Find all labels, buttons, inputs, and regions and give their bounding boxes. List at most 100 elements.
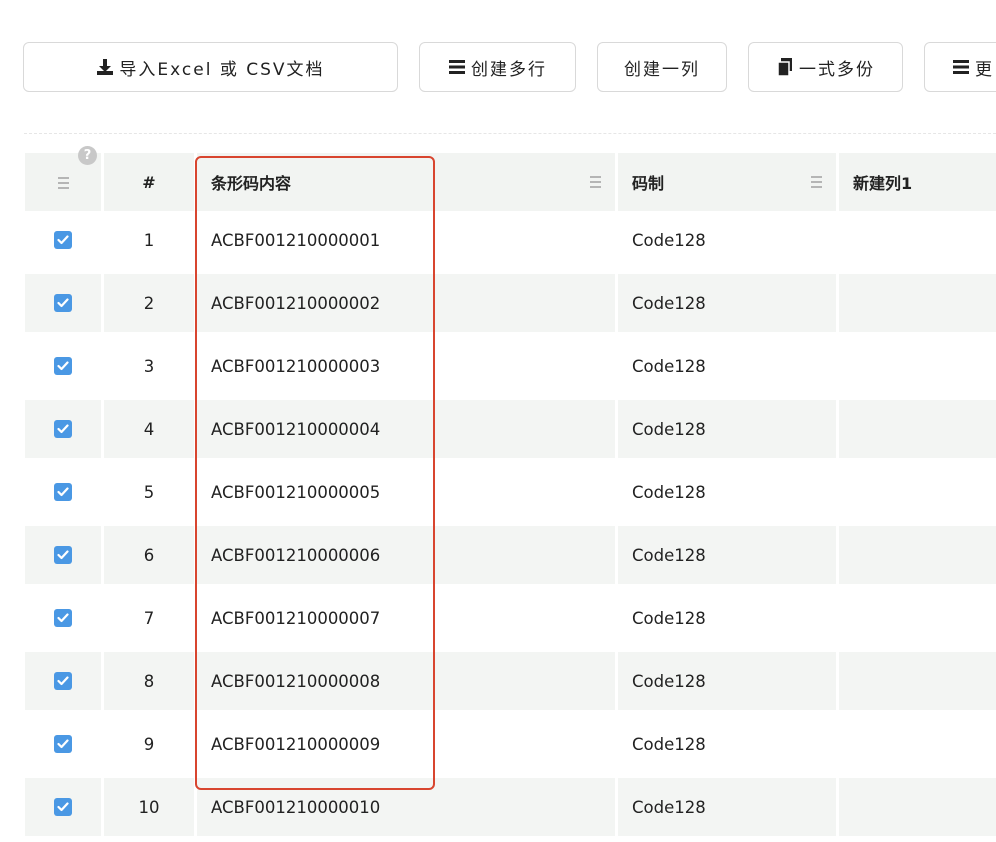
row-index: 3 [143,356,155,376]
row-checkbox[interactable] [54,735,72,753]
symbology-column-menu-icon[interactable] [811,175,822,188]
row-select-cell[interactable] [25,211,101,269]
column-menu-icon[interactable] [57,176,69,189]
row-checkbox[interactable] [54,483,72,501]
barcode-content-cell[interactable]: ACBF001210000009 [197,715,615,773]
row-index: 7 [143,608,155,628]
create-rows-label: 创建多行 [471,59,547,80]
barcode-content-cell[interactable]: ACBF001210000001 [197,211,615,269]
symbology-cell[interactable]: Code128 [618,211,836,269]
symbology-cell[interactable]: Code128 [618,274,836,332]
row-index: 6 [104,526,194,584]
row-select-cell[interactable] [25,652,101,710]
row-select-cell[interactable] [25,589,101,647]
symbology-cell[interactable]: Code128 [618,337,836,395]
new-column-cell[interactable] [839,589,996,647]
barcode-content-cell[interactable]: ACBF001210000003 [197,337,615,395]
toolbar-divider [24,133,996,134]
row-checkbox[interactable] [54,798,72,816]
new-column-cell[interactable] [839,274,996,332]
table-row[interactable]: 6 ACBF001210000006 Code128 [0,526,996,584]
create-column-button[interactable]: 创建一列 [597,42,727,92]
checkmark-icon [57,424,69,434]
row-index: 10 [104,778,194,836]
barcode-content-cell[interactable]: ACBF001210000004 [197,400,615,458]
row-checkbox[interactable] [54,672,72,690]
table-row[interactable]: 1 ACBF001210000001 Code128 [0,211,996,269]
symbology-cell[interactable]: Code128 [618,652,836,710]
new-column-cell[interactable] [839,400,996,458]
checkmark-icon [57,739,69,749]
barcode-content-cell[interactable]: ACBF001210000008 [197,652,615,710]
symbology-header-label: 码制 [632,174,665,193]
row-index: 4 [104,400,194,458]
row-select-cell[interactable] [25,715,101,773]
table-row[interactable]: 5 ACBF001210000005 Code128 [0,463,996,521]
help-icon[interactable]: ? [78,146,97,165]
toolbar: 导入Excel 或 CSV文档 创建多行 创建一列 一式多份 更 [0,0,996,120]
table-row[interactable]: 7 ACBF001210000007 Code128 [0,589,996,647]
barcode-content-cell[interactable]: ACBF001210000005 [197,463,615,521]
row-select-cell[interactable] [25,274,101,332]
new-column-cell[interactable] [839,715,996,773]
barcode-content-cell[interactable]: ACBF001210000010 [197,778,615,836]
new-column-header-label: 新建列1 [853,174,913,193]
row-select-cell[interactable] [25,778,101,836]
new-column-cell[interactable] [839,652,996,710]
more-button[interactable]: 更 [924,42,996,92]
table-row[interactable]: 2 ACBF001210000002 Code128 [0,274,996,332]
barcode-content-cell[interactable]: ACBF001210000002 [197,274,615,332]
table-row[interactable]: 4 ACBF001210000004 Code128 [0,400,996,458]
row-select-cell[interactable] [25,400,101,458]
table-row[interactable]: 8 ACBF001210000008 Code128 [0,652,996,710]
row-select-cell[interactable] [25,337,101,395]
barcode-content-cell[interactable]: ACBF001210000007 [197,589,615,647]
checkmark-icon [57,613,69,623]
symbology-column-header[interactable]: 码制 [618,153,836,211]
create-rows-button[interactable]: 创建多行 [419,42,576,92]
checkmark-icon [57,235,69,245]
row-checkbox[interactable] [54,420,72,438]
content-header-label: 条形码内容 [211,174,292,193]
checkmark-icon [57,361,69,371]
row-select-cell[interactable] [25,526,101,584]
checkmark-icon [57,298,69,308]
row-select-cell[interactable] [25,463,101,521]
row-index: 9 [143,734,155,754]
new-column-cell[interactable] [839,337,996,395]
copy-icon [776,58,794,76]
content-column-header[interactable]: 条形码内容 [197,153,615,211]
table-row[interactable]: 9 ACBF001210000009 Code128 [0,715,996,773]
row-index: 5 [143,482,155,502]
checkmark-icon [57,487,69,497]
symbology-cell[interactable]: Code128 [618,526,836,584]
symbology-cell[interactable]: Code128 [618,589,836,647]
table-row[interactable]: 10 ACBF001210000010 Code128 [0,778,996,836]
new-column-cell[interactable] [839,463,996,521]
row-checkbox[interactable] [54,294,72,312]
import-button-label: 导入Excel 或 CSV文档 [119,59,325,80]
symbology-cell[interactable]: Code128 [618,400,836,458]
duplicate-label: 一式多份 [799,59,875,80]
row-checkbox[interactable] [54,357,72,375]
row-checkbox[interactable] [54,546,72,564]
barcode-content-cell[interactable]: ACBF001210000006 [197,526,615,584]
new-column-cell[interactable] [839,778,996,836]
duplicate-button[interactable]: 一式多份 [748,42,903,92]
symbology-cell[interactable]: Code128 [618,463,836,521]
new-column-cell[interactable] [839,211,996,269]
row-checkbox[interactable] [54,609,72,627]
new-column-cell[interactable] [839,526,996,584]
table-row[interactable]: 3 ACBF001210000003 Code128 [0,337,996,395]
content-column-menu-icon[interactable] [590,175,601,188]
symbology-cell[interactable]: Code128 [618,778,836,836]
row-index: 2 [104,274,194,332]
import-excel-csv-button[interactable]: 导入Excel 或 CSV文档 [23,42,398,92]
symbology-cell[interactable]: Code128 [618,715,836,773]
new-column-header[interactable]: 新建列1 [839,153,996,211]
row-checkbox[interactable] [54,231,72,249]
download-icon [96,58,114,76]
checkmark-icon [57,802,69,812]
checkmark-icon [57,550,69,560]
checkmark-icon [57,676,69,686]
